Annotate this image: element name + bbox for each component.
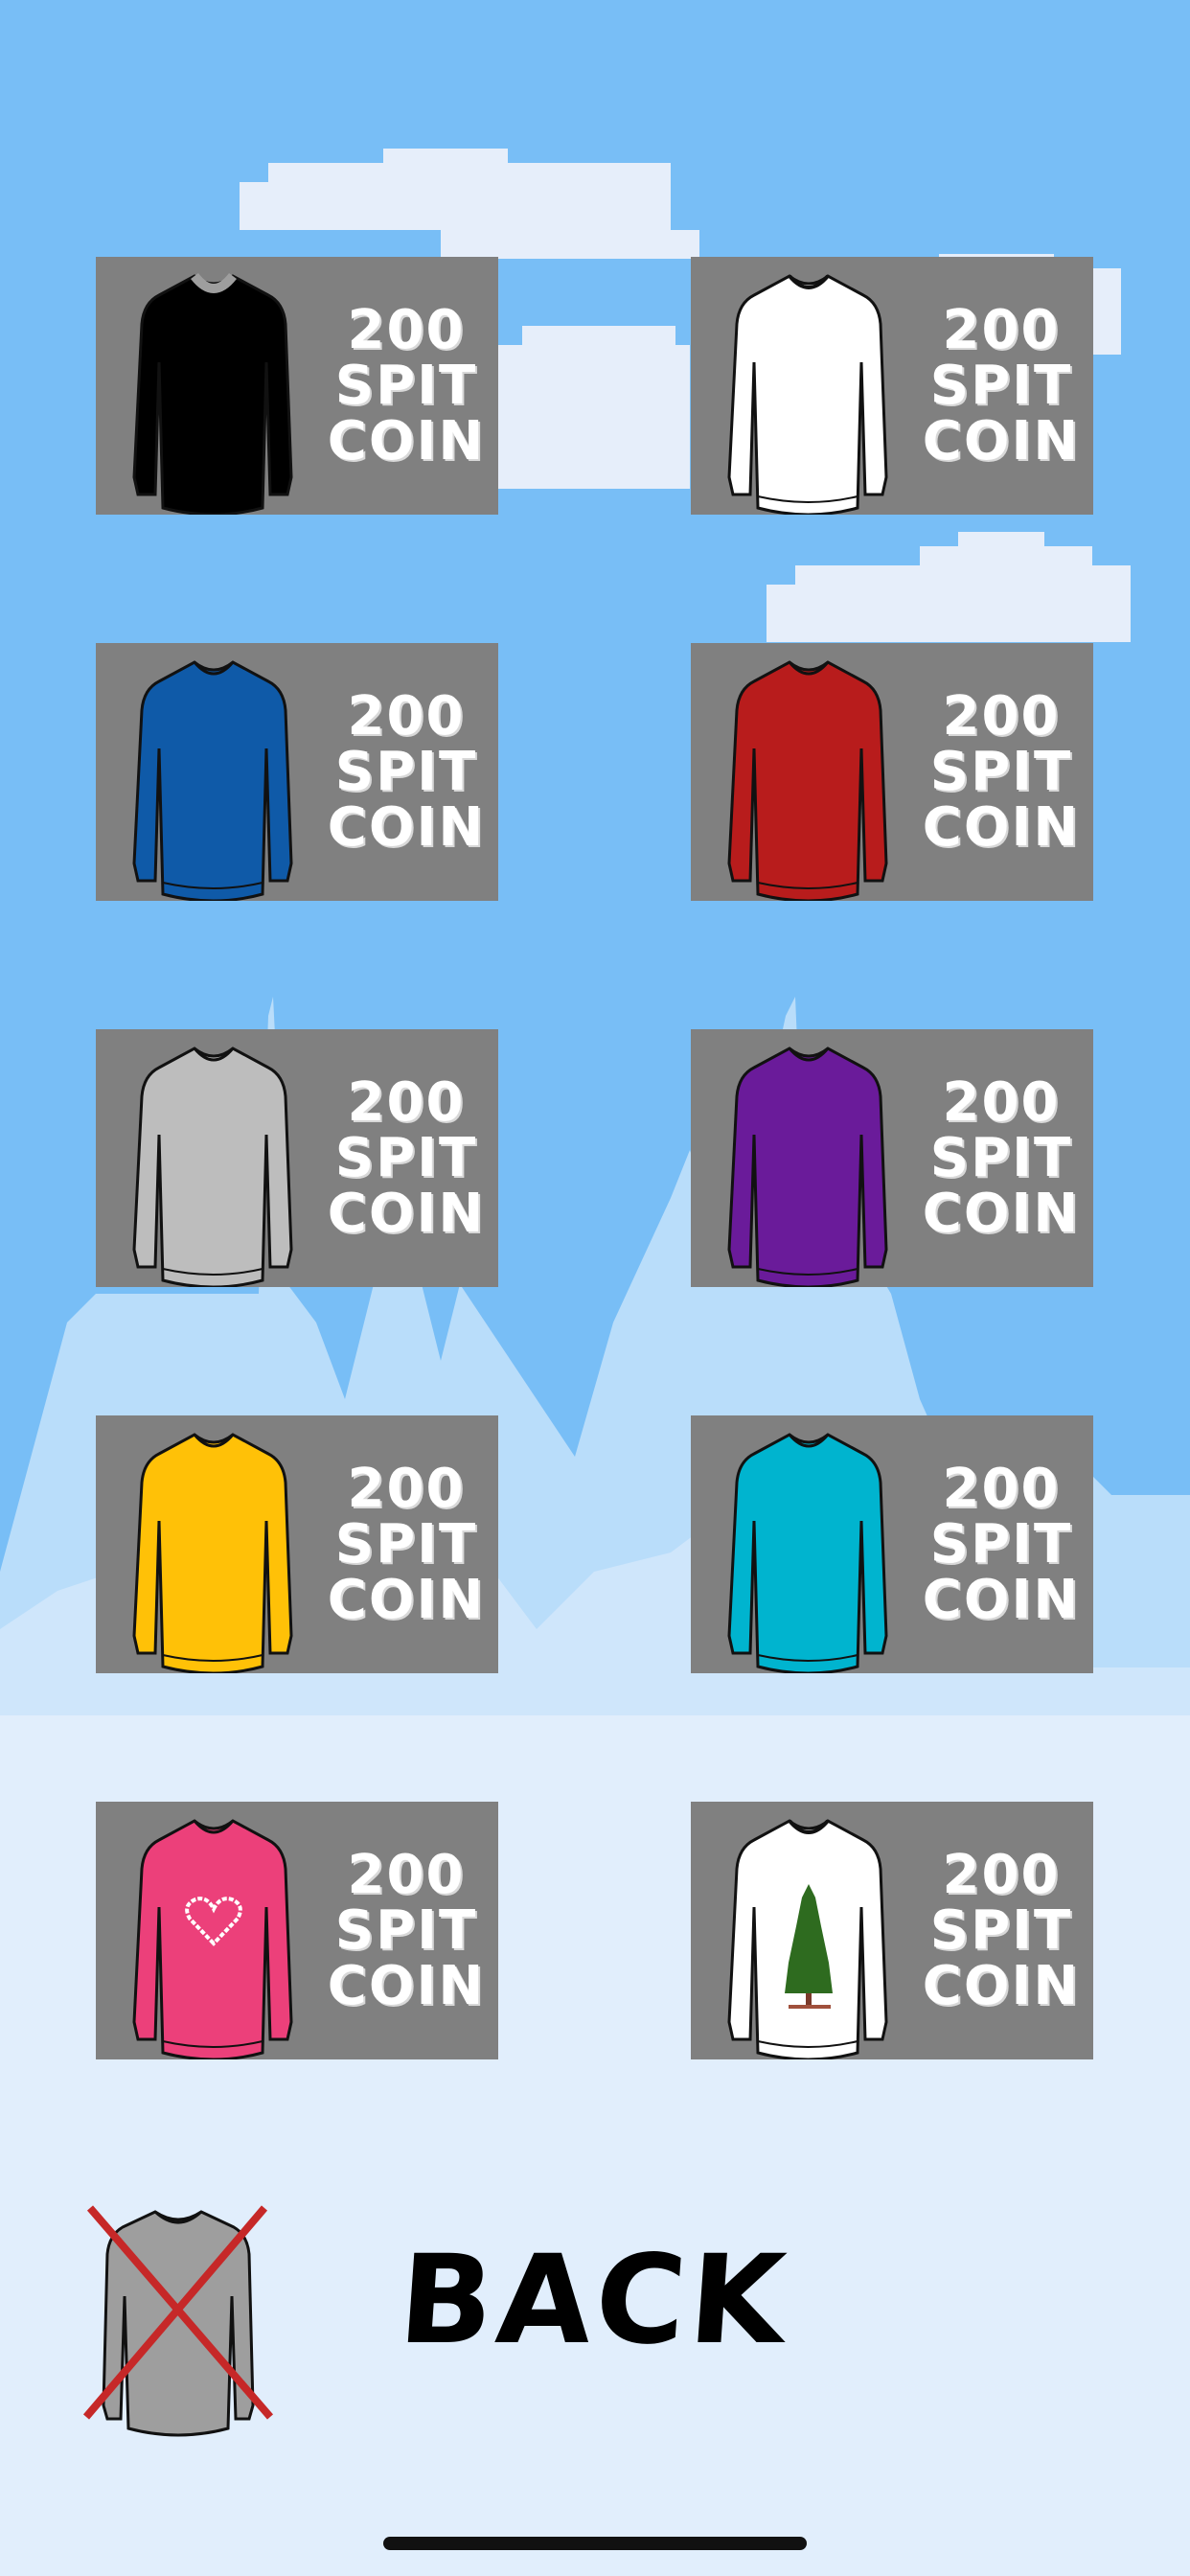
grey-sweater-icon [132, 1046, 293, 1287]
price-value: 200 [942, 1457, 1061, 1520]
shop-item-white-tree-sweater[interactable]: 200 SPIT COIN [691, 1802, 1093, 2059]
currency-line-2: COIN [922, 409, 1081, 472]
currency-line-2: COIN [922, 1182, 1081, 1245]
price-value: 200 [347, 1457, 466, 1520]
currency-line-2: COIN [327, 795, 486, 859]
cyan-sweater-icon [727, 1433, 888, 1673]
price-label: 200 SPIT COIN [314, 257, 498, 515]
cloud-2 [498, 326, 690, 489]
currency-line-1: SPIT [334, 1898, 478, 1962]
price-label: 200 SPIT COIN [314, 1802, 498, 2059]
price-value: 200 [942, 684, 1061, 748]
white-sweater-icon [727, 274, 888, 515]
currency-line-1: SPIT [334, 740, 478, 803]
white-tree-sweater-icon [727, 1819, 888, 2059]
shop-item-pink-heart-sweater[interactable]: 200 SPIT COIN [96, 1802, 498, 2059]
currency-line-2: COIN [327, 409, 486, 472]
price-value: 200 [347, 298, 466, 361]
price-value: 200 [347, 1070, 466, 1134]
currency-line-2: COIN [327, 1568, 486, 1631]
currency-line-2: COIN [922, 795, 1081, 859]
price-label: 200 SPIT COIN [314, 1415, 498, 1673]
price-label: 200 SPIT COIN [909, 257, 1093, 515]
shop-item-blue-sweater[interactable]: 200 SPIT COIN [96, 643, 498, 901]
shop-item-black-sweater[interactable]: 200 SPIT COIN [96, 257, 498, 515]
price-value: 200 [942, 298, 1061, 361]
back-button[interactable]: BACK [395, 2229, 793, 2372]
currency-line-1: SPIT [929, 1898, 1073, 1962]
price-value: 200 [347, 1843, 466, 1906]
red-sweater-icon [727, 660, 888, 901]
price-value: 200 [347, 684, 466, 748]
currency-line-2: COIN [327, 1182, 486, 1245]
currency-line-2: COIN [922, 1568, 1081, 1631]
currency-line-2: COIN [922, 1954, 1081, 2017]
shop-item-grey-sweater[interactable]: 200 SPIT COIN [96, 1029, 498, 1287]
pink-heart-sweater-icon [132, 1819, 293, 2059]
currency-line-1: SPIT [929, 1126, 1073, 1189]
currency-line-1: SPIT [334, 1512, 478, 1576]
price-label: 200 SPIT COIN [909, 1029, 1093, 1287]
currency-line-1: SPIT [929, 354, 1073, 417]
currency-line-2: COIN [327, 1954, 486, 2017]
currency-line-1: SPIT [929, 740, 1073, 803]
home-indicator[interactable] [383, 2537, 807, 2550]
blue-sweater-icon [132, 660, 293, 901]
shop-item-yellow-sweater[interactable]: 200 SPIT COIN [96, 1415, 498, 1673]
price-label: 200 SPIT COIN [909, 1415, 1093, 1673]
no-sweater-icon [82, 2205, 274, 2437]
price-value: 200 [942, 1070, 1061, 1134]
shop-item-purple-sweater[interactable]: 200 SPIT COIN [691, 1029, 1093, 1287]
price-label: 200 SPIT COIN [909, 1802, 1093, 2059]
currency-line-1: SPIT [929, 1512, 1073, 1576]
price-value: 200 [942, 1843, 1061, 1906]
shop-item-white-sweater[interactable]: 200 SPIT COIN [691, 257, 1093, 515]
shop-item-red-sweater[interactable]: 200 SPIT COIN [691, 643, 1093, 901]
remove-sweater-button[interactable] [82, 2200, 274, 2440]
yellow-sweater-icon [132, 1433, 293, 1673]
black-sweater-icon [132, 272, 293, 515]
currency-line-1: SPIT [334, 354, 478, 417]
price-label: 200 SPIT COIN [314, 1029, 498, 1287]
price-label: 200 SPIT COIN [314, 643, 498, 901]
shop-item-cyan-sweater[interactable]: 200 SPIT COIN [691, 1415, 1093, 1673]
purple-sweater-icon [727, 1046, 888, 1287]
currency-line-1: SPIT [334, 1126, 478, 1189]
price-label: 200 SPIT COIN [909, 643, 1093, 901]
